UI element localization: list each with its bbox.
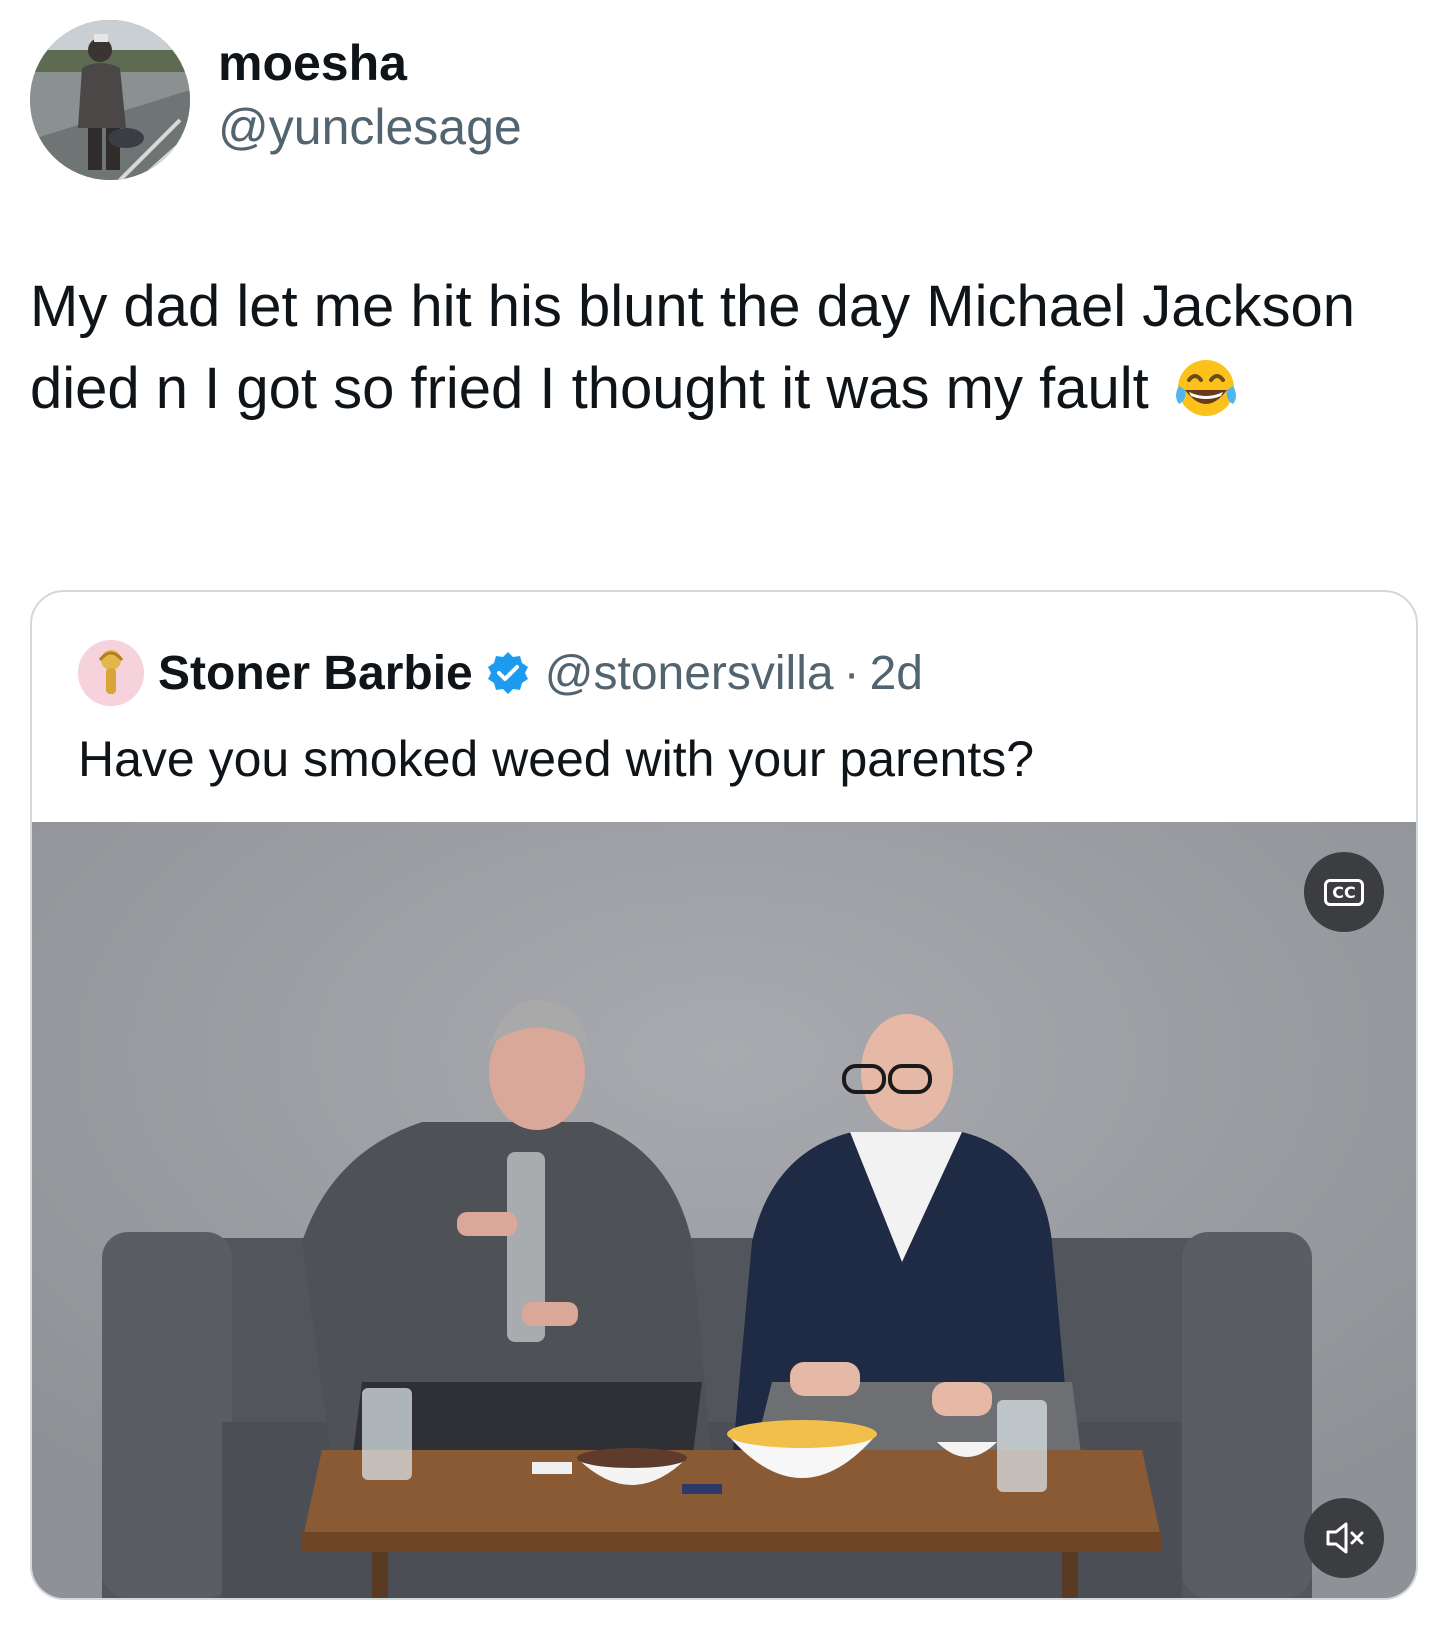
author-avatar[interactable] [30,20,190,180]
captions-icon: CC [1324,878,1364,906]
quoted-author-avatar[interactable] [78,640,144,706]
quoted-timestamp[interactable]: 2d [870,646,923,701]
captions-button[interactable]: CC [1304,852,1384,932]
quoted-tweet[interactable]: Stoner Barbie @stonersvilla · 2d Have yo… [30,590,1418,1600]
video-frame [32,822,1416,1598]
laughing-crying-emoji-icon [1175,360,1236,416]
quoted-tweet-text: Have you smoked weed with your parents? [78,731,1035,787]
verified-badge-icon [487,652,528,694]
quoted-tweet-header: Stoner Barbie @stonersvilla · 2d [78,638,923,708]
tweet-text: My dad let me hit his blunt the day Mich… [30,274,1355,421]
author-handle[interactable]: @yunclesage [218,94,522,160]
quoted-author-handle[interactable]: @stonersvilla [545,646,834,701]
tweet-text-block: My dad let me hit his blunt the day Mich… [30,266,1370,430]
quoted-author-display-name[interactable]: Stoner Barbie [158,646,473,701]
quoted-video[interactable]: CC [32,822,1416,1598]
mute-toggle-button[interactable] [1304,1498,1384,1578]
speaker-muted-icon [1326,1522,1364,1554]
tweet-header: moesha @yunclesage [30,20,522,180]
author-display-name[interactable]: moesha [218,32,522,94]
separator-dot: · [843,646,860,700]
